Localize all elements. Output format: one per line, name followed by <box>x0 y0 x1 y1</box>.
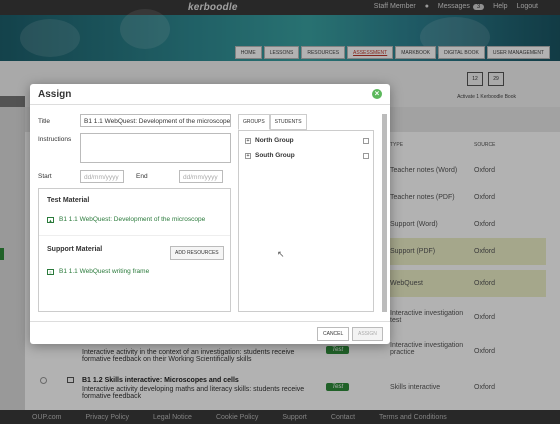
support-material-item[interactable]: ≡ B1 1.1 WebQuest writing frame <box>47 268 149 275</box>
add-resources-button[interactable]: ADD RESOURCES <box>170 246 224 260</box>
groups-list: + North Group + South Group ↖ <box>238 130 374 312</box>
mouse-cursor-icon: ↖ <box>277 249 285 259</box>
test-material-title: B1 1.1 WebQuest: Development of the micr… <box>59 216 206 223</box>
interactive-resource-icon: ▲ <box>47 216 54 223</box>
tab-groups[interactable]: GROUPS <box>238 114 270 130</box>
support-material-title: B1 1.1 WebQuest writing frame <box>59 268 150 275</box>
title-input[interactable]: B1 1.1 WebQuest: Development of the micr… <box>80 114 231 127</box>
test-material-item[interactable]: ▲ B1 1.1 WebQuest: Development of the mi… <box>47 216 205 223</box>
tab-students[interactable]: STUDENTS <box>269 114 307 130</box>
assign-dialog: Assign × Title B1 1.1 WebQuest: Developm… <box>30 84 390 344</box>
group-checkbox[interactable] <box>363 152 369 159</box>
assign-target-tabs: GROUPS STUDENTS <box>238 114 307 130</box>
instructions-label: Instructions <box>38 136 72 143</box>
expand-plus-icon[interactable]: + <box>245 137 251 144</box>
start-label: Start <box>38 173 52 180</box>
expand-plus-icon[interactable]: + <box>245 152 251 159</box>
group-row-south[interactable]: + South Group <box>245 152 369 159</box>
start-date-input[interactable]: dd/mm/yyyy <box>80 170 124 183</box>
dialog-scrollbar[interactable] <box>382 114 387 312</box>
assign-button[interactable]: ASSIGN <box>352 327 383 341</box>
support-material-heading: Support Material <box>47 246 103 253</box>
end-label: End <box>136 173 148 180</box>
scrollbar-thumb[interactable] <box>382 114 387 312</box>
group-checkbox[interactable] <box>363 137 369 144</box>
materials-panel: Test Material ▲ B1 1.1 WebQuest: Develop… <box>38 188 231 312</box>
dialog-title: Assign <box>38 89 72 100</box>
group-name: North Group <box>255 137 294 144</box>
document-icon: ≡ <box>47 268 54 275</box>
title-label: Title <box>38 118 51 125</box>
dialog-header: Assign × <box>30 84 390 105</box>
close-icon[interactable]: × <box>372 89 382 99</box>
cancel-button[interactable]: CANCEL <box>317 327 350 341</box>
test-material-heading: Test Material <box>47 197 90 204</box>
group-name: South Group <box>255 152 295 159</box>
instructions-textarea[interactable] <box>80 133 231 163</box>
end-date-input[interactable]: dd/mm/yyyy <box>179 170 223 183</box>
group-row-north[interactable]: + North Group <box>245 137 369 144</box>
dialog-footer-divider <box>30 321 390 322</box>
divider <box>39 235 230 236</box>
